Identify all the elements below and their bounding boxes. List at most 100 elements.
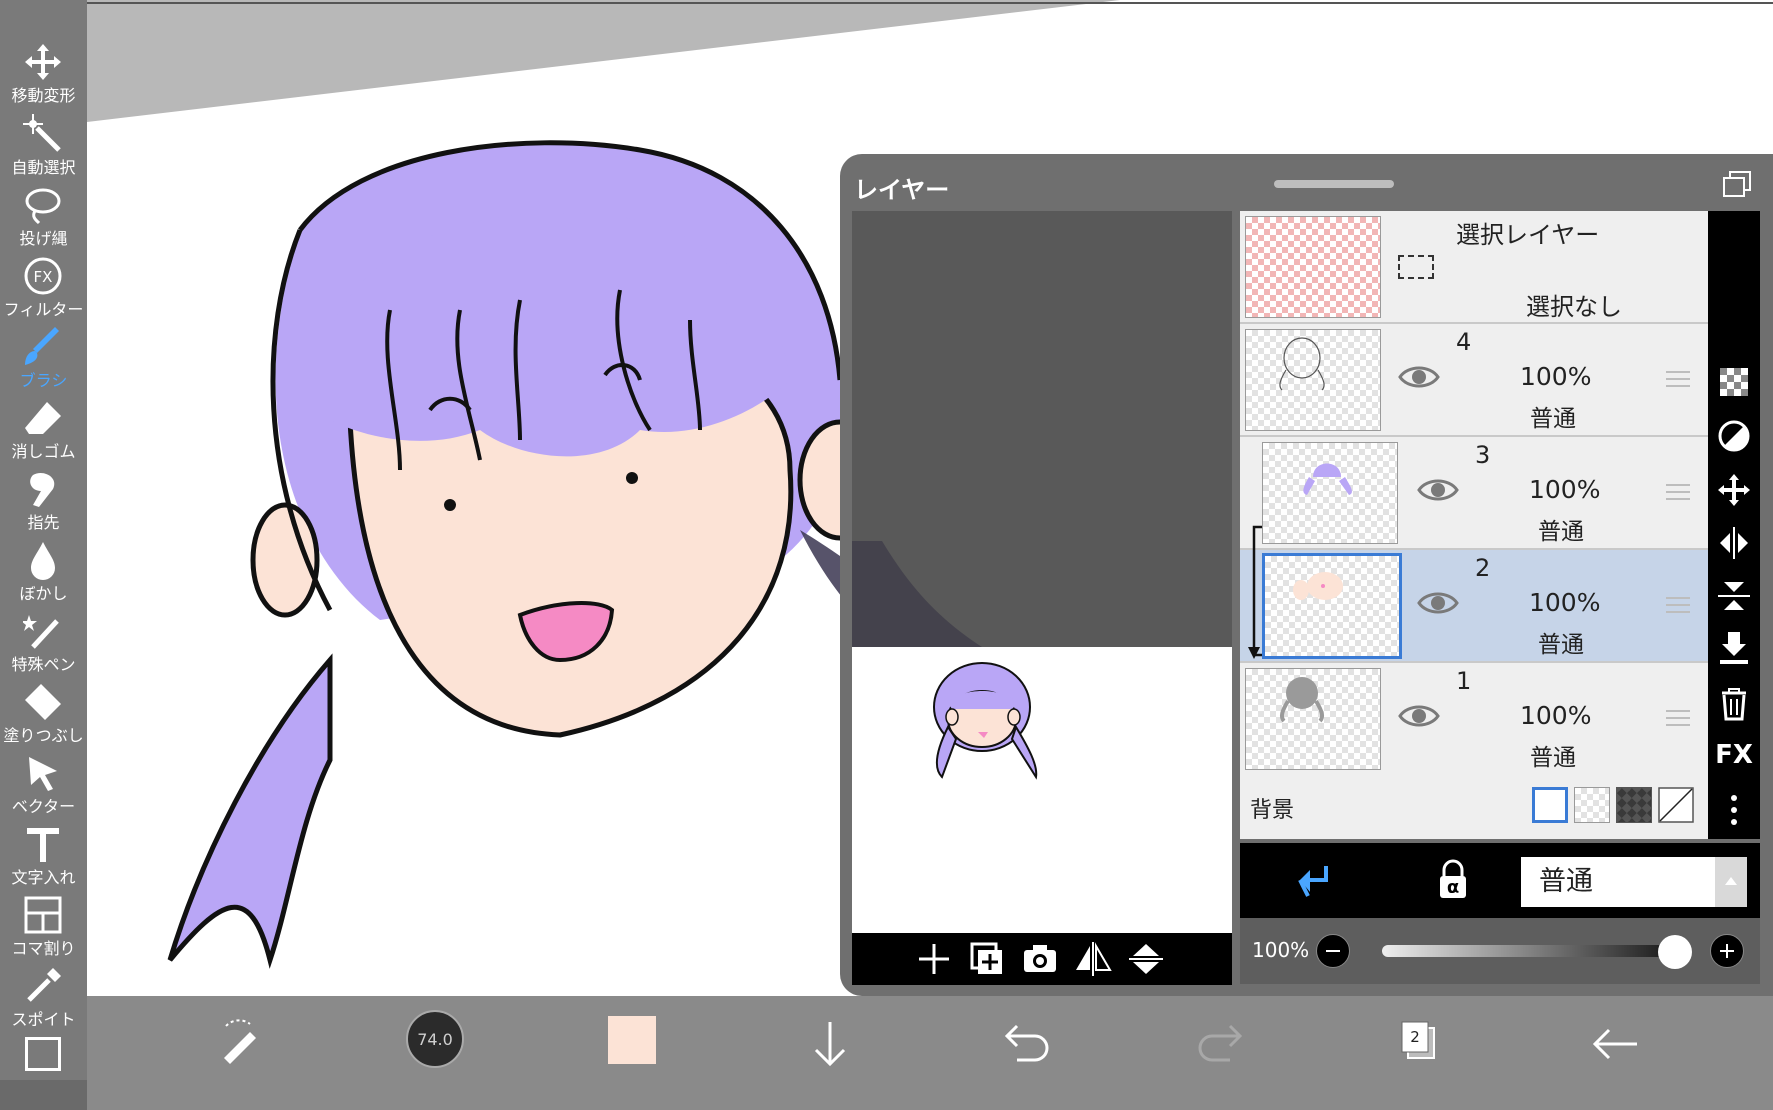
selection-layer-thumbnail	[1245, 216, 1381, 318]
flip-horizontal-icon	[1076, 942, 1112, 976]
layers-button[interactable]: 2	[1390, 1014, 1450, 1074]
tool-label: ぼかし	[19, 584, 68, 603]
selection-layer-name: 選択レイヤー	[1456, 221, 1600, 249]
layer-count-badge: 2	[1410, 1028, 1420, 1046]
import-photo-button[interactable]	[1021, 940, 1059, 978]
vector-arrow-icon	[29, 757, 57, 791]
tool-smudge[interactable]: 指先	[0, 465, 87, 536]
blend-mode-select[interactable]: 普通	[1521, 857, 1715, 907]
clear-layer-button[interactable]	[1714, 416, 1754, 456]
layer-thumbnail	[1245, 668, 1381, 770]
window-icon	[1723, 171, 1751, 197]
more-options-button[interactable]	[1714, 790, 1754, 830]
arrow-down-icon	[814, 1022, 846, 1067]
background-dark-swatch[interactable]	[1616, 787, 1652, 823]
tool-frame[interactable]: コマ割り	[0, 891, 87, 962]
layer-blend-mode: 普通	[1538, 632, 1584, 658]
tool-label: 塗りつぶし	[3, 726, 84, 745]
flip-horizontal-button[interactable]	[1074, 940, 1112, 978]
window-toggle-button[interactable]	[1722, 170, 1752, 198]
transparency-toggle-button[interactable]	[1714, 362, 1754, 402]
tool-label: ブラシ	[19, 371, 68, 390]
flip-vertical-icon	[1129, 944, 1163, 974]
visibility-eye-icon[interactable]	[1417, 588, 1459, 618]
tool-brush[interactable]: ブラシ	[0, 323, 87, 394]
opacity-decrease-button[interactable]	[1316, 934, 1350, 968]
layer-number: 2	[1475, 554, 1491, 582]
tool-blur[interactable]: ぼかし	[0, 536, 87, 607]
selection-marquee-icon	[1398, 255, 1434, 279]
tool-label: 文字入れ	[11, 868, 76, 887]
camera-icon	[1024, 945, 1056, 972]
visibility-eye-icon[interactable]	[1398, 362, 1440, 392]
redo-icon	[1198, 1024, 1243, 1062]
layer-fx-button[interactable]: FX	[1714, 738, 1754, 772]
drag-grip-icon[interactable]	[1664, 708, 1692, 728]
tool-text[interactable]: 文字入れ	[0, 820, 87, 891]
eyedropper-icon	[27, 968, 61, 1002]
visibility-eye-icon[interactable]	[1417, 475, 1459, 505]
vertical-dots-icon	[1731, 795, 1737, 825]
alpha-lock-button[interactable]: α	[1430, 858, 1476, 904]
delete-layer-button[interactable]	[1714, 683, 1754, 723]
opacity-slider-thumb[interactable]	[1658, 935, 1692, 969]
triangle-up-icon	[1725, 877, 1737, 885]
alpha-lock-label: α	[1446, 877, 1460, 898]
selection-layer-row[interactable]: 選択レイヤー 選択なし	[1240, 211, 1708, 324]
drag-grip-icon[interactable]	[1664, 482, 1692, 502]
layer-row-4[interactable]: 4 100% 普通	[1240, 324, 1708, 437]
plus-icon	[1720, 944, 1734, 958]
tool-label: ベクター	[11, 797, 76, 816]
blend-mode-dropdown-button[interactable]	[1715, 857, 1747, 907]
brush-size-button[interactable]: 74.0	[406, 1010, 464, 1068]
layer-row-1[interactable]: 1 100% 普通	[1240, 663, 1708, 776]
layer-preview-dark	[852, 211, 1232, 647]
tool-eraser[interactable]: 消しゴム	[0, 394, 87, 465]
drag-grip-icon[interactable]	[1664, 369, 1692, 389]
tool-auto-select[interactable]: 自動選択	[0, 110, 87, 181]
drag-grip-icon[interactable]	[1664, 595, 1692, 615]
tool-vector[interactable]: ベクター	[0, 749, 87, 820]
visibility-eye-icon[interactable]	[1398, 701, 1440, 731]
minus-icon	[1326, 950, 1340, 952]
finger-smudge-icon	[30, 472, 55, 507]
merge-down-icon	[1720, 632, 1748, 664]
tool-label: 移動変形	[11, 86, 76, 105]
move-down-button[interactable]	[800, 1014, 860, 1074]
clipping-button[interactable]	[1288, 858, 1334, 904]
flip-vertical-button[interactable]	[1127, 940, 1165, 978]
add-layer-button[interactable]	[915, 940, 953, 978]
opacity-increase-button[interactable]	[1710, 934, 1744, 968]
undo-button[interactable]	[995, 1014, 1055, 1074]
tool-sidebar: 移動変形 自動選択 投げ縄 FX フィルター ブラシ 消しゴム 指先 ぼかし 特…	[0, 0, 87, 1110]
opacity-slider-track[interactable]	[1382, 945, 1672, 957]
transform-button[interactable]	[210, 1014, 270, 1074]
background-white-swatch[interactable]	[1532, 787, 1568, 823]
flip-layer-vertical-button[interactable]	[1714, 576, 1754, 616]
background-none-swatch[interactable]	[1658, 787, 1694, 823]
panel-drag-handle[interactable]	[1274, 180, 1394, 188]
fill-bucket-icon	[25, 684, 61, 720]
redo-button[interactable]	[1192, 1014, 1252, 1074]
tool-special-pen[interactable]: 特殊ペン	[0, 607, 87, 678]
color-swatch[interactable]	[608, 1016, 656, 1064]
background-transparent-swatch[interactable]	[1574, 787, 1610, 823]
half-circle-icon	[1718, 420, 1750, 452]
merge-down-button[interactable]	[1714, 628, 1754, 668]
square-tool-icon[interactable]	[25, 1037, 61, 1071]
tool-label: 投げ縄	[19, 229, 68, 248]
back-button[interactable]	[1585, 1014, 1645, 1074]
duplicate-layer-button[interactable]	[968, 940, 1006, 978]
tool-move[interactable]: 移動変形	[0, 38, 87, 109]
preview-thumbnail	[933, 662, 1038, 780]
move-layer-button[interactable]	[1714, 470, 1754, 510]
layer-row-3[interactable]: 3 100% 普通	[1240, 437, 1708, 550]
layer-thumbnail	[1262, 442, 1398, 544]
tool-fill[interactable]: 塗りつぶし	[0, 678, 87, 749]
tool-lasso[interactable]: 投げ縄	[0, 181, 87, 252]
layer-number: 3	[1475, 441, 1491, 469]
tool-filter[interactable]: FX フィルター	[0, 252, 87, 323]
layer-row-2[interactable]: 2 100% 普通	[1240, 550, 1708, 663]
tool-eyedropper[interactable]: スポイト	[0, 962, 87, 1033]
flip-layer-horizontal-button[interactable]	[1714, 523, 1754, 563]
